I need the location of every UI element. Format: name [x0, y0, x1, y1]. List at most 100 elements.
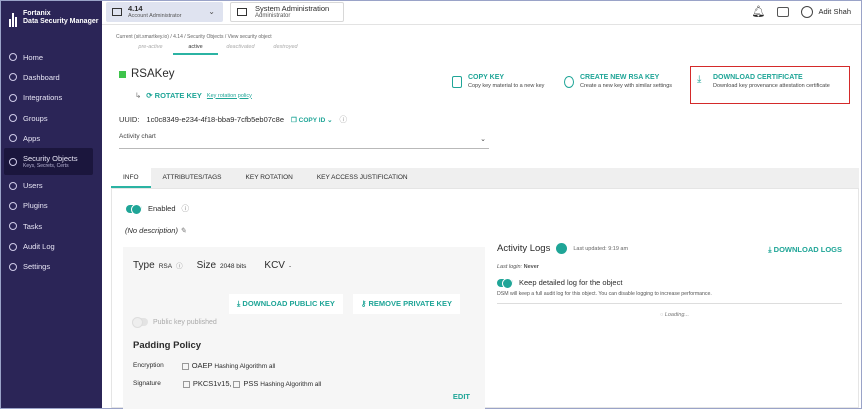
activity-logs: Activity Logs Last updated: 9:19 am ⤓ DO…: [497, 243, 852, 318]
state-tab[interactable]: deactivated: [218, 44, 263, 55]
checkbox-icon[interactable]: [181, 362, 189, 370]
keep-log-row: Keep detailed log for the object: [497, 277, 852, 289]
sidebar-nav: Home Dashboard Integrations Groups Apps Secur…: [1, 47, 102, 277]
key-properties-card: Type RSA ⓘ Size 2048 bits KCV - ⤓ DOWNLO…: [123, 247, 485, 409]
state-tab[interactable]: active: [173, 44, 218, 55]
key-title: RSAKey: [119, 68, 174, 80]
sidebar-item-label: Groups: [23, 113, 48, 123]
tab-key-access-justification[interactable]: KEY ACCESS JUSTIFICATION: [305, 168, 420, 188]
info-icon[interactable]: ⓘ: [340, 114, 348, 125]
logs-note: DSM will keep a full audit log for this …: [497, 291, 712, 297]
loading-indicator: ◌ Loading...: [660, 312, 689, 318]
sidebar-item-home[interactable]: Home: [1, 47, 102, 67]
uuid-row: UUID: 1c0c8349-e234-4f18-bba9-7cfb5eb07c…: [119, 114, 347, 125]
checkbox-icon[interactable]: [233, 380, 241, 388]
edit-button[interactable]: EDIT: [453, 392, 470, 401]
bell-icon[interactable]: 🔔︎: [752, 5, 766, 18]
signature-row: Signature PKCS1v15, PSS Hashing Algorith…: [133, 379, 322, 388]
card-icon[interactable]: [777, 6, 790, 17]
sidebar-item-groups[interactable]: Groups: [1, 108, 102, 128]
sidebar-item-integrations[interactable]: Integrations: [1, 88, 102, 108]
rotate-key-button[interactable]: ⟳ ROTATE KEY: [146, 91, 202, 100]
sidebar-item-tasks[interactable]: Tasks: [1, 216, 102, 236]
description: (No description) ✎: [125, 226, 187, 235]
uuid-label: UUID:: [119, 115, 140, 124]
sidebar-item-plugins[interactable]: Plugins: [1, 196, 102, 216]
breadcrumb: Current (sit.smartkey.io) / 4.14 / Secur…: [116, 34, 272, 40]
sidebar-item-label: Settings: [23, 262, 51, 272]
tab-info[interactable]: INFO: [111, 168, 151, 188]
chevron-down-icon: ⌄: [480, 136, 486, 143]
state-tab[interactable]: pre-active: [128, 44, 173, 55]
public-key-published-row: Public key published: [132, 317, 217, 328]
enabled-toggle[interactable]: [126, 203, 142, 215]
keep-log-toggle[interactable]: [497, 277, 513, 289]
sidebar-item-users[interactable]: Users: [1, 175, 102, 195]
apps-icon: [9, 134, 17, 143]
create-new-key-action[interactable]: CREATE NEW RSA KEY Create a new key with…: [564, 74, 672, 89]
key-add-icon: [564, 76, 574, 88]
account-role: Account Administrator: [128, 13, 182, 19]
sidebar-item-audit-log[interactable]: Audit Log: [1, 236, 102, 256]
user-menu[interactable]: Adit Shah: [801, 5, 851, 18]
enabled-label: Enabled: [148, 204, 176, 213]
fortanix-logo-icon: [9, 9, 19, 27]
download-certificate-action[interactable]: ⤓ DOWNLOAD CERTIFICATE Download key prov…: [697, 74, 830, 89]
tasks-icon: [9, 222, 17, 231]
remove-private-key-button[interactable]: ⚷ REMOVE PRIVATE KEY: [352, 294, 460, 314]
topbar: 4.14 Account Administrator ⌄ System Admi…: [102, 1, 861, 25]
help-icon[interactable]: ⓘ: [176, 260, 183, 270]
chevron-down-icon: ⌄: [208, 7, 215, 16]
security-objects-icon: [9, 157, 17, 166]
system-admin-subtitle: Administrator: [255, 13, 291, 19]
logo: Fortanix Data Security Manager: [9, 9, 98, 27]
sidebar-item-label: Security Objects: [23, 154, 78, 164]
tabs-bar: INFO ATTRIBUTES/TAGS KEY ROTATION KEY AC…: [111, 168, 859, 188]
sidebar-item-label: Integrations: [23, 93, 63, 103]
tab-attributes[interactable]: ATTRIBUTES/TAGS: [151, 168, 234, 188]
brand-name: Fortanix: [23, 10, 51, 17]
sidebar-item-label: Tasks: [23, 221, 43, 231]
state-tabs: pre-active active deactivated destroyed: [128, 44, 308, 55]
rotate-key-row: ↳ ⟳ ROTATE KEY Key rotation policy: [135, 91, 252, 100]
sidebar-item-security-objects[interactable]: Security Objects Keys, Secrets, Certs: [4, 148, 93, 176]
account-version: 4.14: [128, 4, 143, 13]
public-key-toggle[interactable]: [132, 317, 148, 328]
download-icon: ⤓: [697, 74, 702, 85]
type-label: Type: [133, 260, 155, 271]
key-name: RSAKey: [131, 68, 175, 80]
status-square-icon: [119, 70, 126, 78]
uuid-value: 1c0c8349-e234-4f18-bba9-7cfb5eb07c8e: [146, 115, 285, 124]
enabled-row: Enabled ⓘ: [126, 203, 190, 215]
download-public-key-button[interactable]: ⤓ DOWNLOAD PUBLIC KEY: [229, 294, 343, 314]
system-admin-title: System Administration: [255, 4, 330, 13]
sidebar-item-label: Plugins: [23, 201, 48, 211]
state-tab[interactable]: destroyed: [263, 44, 308, 55]
key-rotation-policy-link[interactable]: Key rotation policy: [207, 93, 252, 99]
sidebar-item-dashboard[interactable]: Dashboard: [1, 67, 102, 87]
groups-icon: [9, 114, 17, 123]
copy-key-action[interactable]: COPY KEY Copy key material to a new key: [452, 74, 544, 89]
download-logs-button[interactable]: ⤓ DOWNLOAD LOGS: [768, 245, 842, 255]
encryption-row: Encryption OAEP Hashing Algorithm all: [133, 361, 276, 370]
pencil-icon[interactable]: ✎: [180, 226, 186, 235]
help-icon[interactable]: ⓘ: [182, 203, 190, 214]
logs-updated: Last updated: 9:19 am: [573, 245, 629, 252]
account-switcher[interactable]: 4.14 Account Administrator ⌄: [106, 2, 223, 22]
sidebar-item-label: Users: [23, 181, 43, 191]
system-admin-switcher[interactable]: System Administration Administrator: [230, 2, 344, 22]
padding-policy-title: Padding Policy: [133, 340, 202, 351]
refresh-icon[interactable]: [556, 243, 568, 254]
divider: [497, 303, 842, 304]
sidebar-item-apps[interactable]: Apps: [1, 128, 102, 148]
sidebar-item-settings[interactable]: Settings: [1, 257, 102, 277]
sidebar: Fortanix Data Security Manager Home Dashb…: [1, 1, 102, 408]
integrations-icon: [9, 93, 17, 102]
copy-id-button[interactable]: ❐ COPY ID ⌄: [291, 116, 333, 124]
logs-title: Activity Logs: [497, 243, 551, 254]
tab-key-rotation[interactable]: KEY ROTATION: [234, 168, 305, 188]
user-name: Adit Shah: [818, 7, 851, 16]
copy-icon: [452, 76, 462, 88]
checkbox-icon[interactable]: [182, 380, 190, 388]
activity-chart-toggle[interactable]: Activity chart ⌄: [119, 133, 489, 149]
